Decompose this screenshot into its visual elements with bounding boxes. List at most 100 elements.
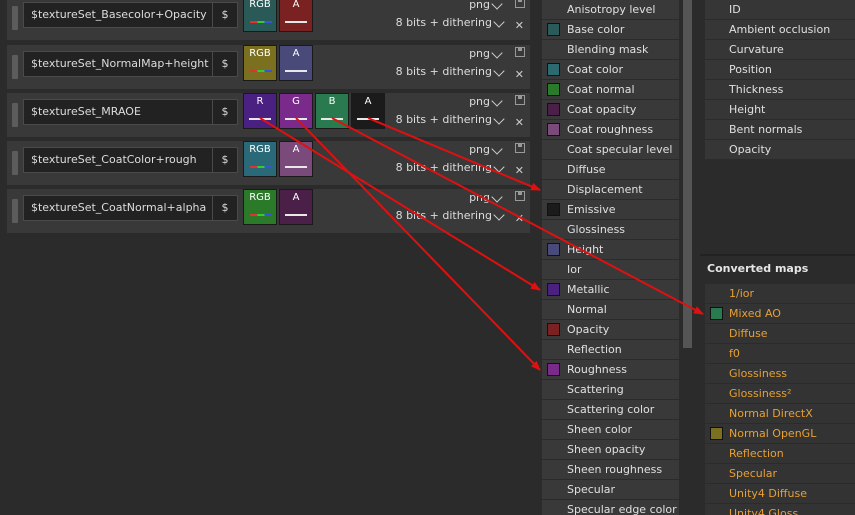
map-item[interactable]: Height: [542, 240, 679, 259]
converted-map-item[interactable]: Normal DirectX: [705, 404, 855, 423]
bit-depth-dropdown[interactable]: 8 bits + dithering: [396, 65, 492, 78]
converted-map-item[interactable]: Glossiness²: [705, 384, 855, 403]
converted-map-label: Diffuse: [729, 327, 768, 340]
channel-indicator: [250, 21, 272, 23]
map-item[interactable]: Coat opacity: [542, 100, 679, 119]
map-item[interactable]: Scattering color: [542, 400, 679, 419]
bit-depth-dropdown[interactable]: 8 bits + dithering: [396, 161, 492, 174]
output-name-field[interactable]: $textureSet_CoatColor+rough: [23, 147, 218, 173]
bit-depth-dropdown[interactable]: 8 bits + dithering: [396, 16, 492, 29]
channel-slot-r[interactable]: R: [243, 93, 277, 129]
converted-map-item[interactable]: Reflection: [705, 444, 855, 463]
converted-map-item[interactable]: Normal OpenGL: [705, 424, 855, 443]
drag-handle[interactable]: [12, 55, 18, 79]
close-icon[interactable]: ✕: [515, 212, 524, 225]
map-item[interactable]: Normal: [542, 300, 679, 319]
map-item[interactable]: Anisotropy level: [542, 0, 679, 19]
output-name-field[interactable]: $textureSet_NormalMap+height: [23, 51, 218, 77]
mesh-map-item[interactable]: Curvature: [705, 40, 855, 59]
converted-map-item[interactable]: Diffuse: [705, 324, 855, 343]
close-icon[interactable]: ✕: [515, 164, 524, 177]
channel-slot-a[interactable]: A: [351, 93, 385, 129]
channel-slot-b[interactable]: B: [315, 93, 349, 129]
insert-variable-button[interactable]: $: [212, 99, 238, 125]
map-item[interactable]: Opacity: [542, 320, 679, 339]
channel-slot-a[interactable]: A: [279, 141, 313, 177]
map-item[interactable]: Reflection: [542, 340, 679, 359]
save-icon[interactable]: [515, 47, 525, 57]
channel-slot-rgb[interactable]: RGB: [243, 45, 277, 81]
format-dropdown[interactable]: png: [469, 47, 490, 60]
map-item[interactable]: Glossiness: [542, 220, 679, 239]
insert-variable-button[interactable]: $: [212, 51, 238, 77]
save-icon[interactable]: [515, 95, 525, 105]
bit-depth-dropdown[interactable]: 8 bits + dithering: [396, 113, 492, 126]
map-item[interactable]: Coat roughness: [542, 120, 679, 139]
mesh-map-item[interactable]: Opacity: [705, 140, 855, 159]
bit-depth-dropdown[interactable]: 8 bits + dithering: [396, 209, 492, 222]
output-name-field[interactable]: $textureSet_CoatNormal+alpha: [23, 195, 218, 221]
converted-map-item[interactable]: Specular: [705, 464, 855, 483]
save-icon[interactable]: [515, 0, 525, 8]
map-item[interactable]: Coat specular level: [542, 140, 679, 159]
close-icon[interactable]: ✕: [515, 68, 524, 81]
map-item[interactable]: Coat normal: [542, 80, 679, 99]
map-item[interactable]: Specular edge color: [542, 500, 679, 515]
channel-slot-rgb[interactable]: RGB: [243, 0, 277, 32]
map-item[interactable]: Metallic: [542, 280, 679, 299]
map-item[interactable]: Displacement: [542, 180, 679, 199]
map-item[interactable]: Diffuse: [542, 160, 679, 179]
channel-slot-a[interactable]: A: [279, 0, 313, 32]
drag-handle[interactable]: [12, 6, 18, 30]
converted-map-item[interactable]: Glossiness: [705, 364, 855, 383]
insert-variable-button[interactable]: $: [212, 195, 238, 221]
drag-handle[interactable]: [12, 103, 18, 127]
mesh-map-item[interactable]: Bent normals: [705, 120, 855, 139]
map-item[interactable]: Coat color: [542, 60, 679, 79]
channel-slot-a[interactable]: A: [279, 45, 313, 81]
output-name-field[interactable]: $textureSet_MRAOE: [23, 99, 218, 125]
channel-slot-a[interactable]: A: [279, 189, 313, 225]
input-maps-scrollbar[interactable]: [683, 0, 692, 348]
format-dropdown[interactable]: png: [469, 143, 490, 156]
map-item[interactable]: Specular: [542, 480, 679, 499]
mesh-map-item[interactable]: Ambient occlusion: [705, 20, 855, 39]
mesh-map-item[interactable]: Height: [705, 100, 855, 119]
format-dropdown[interactable]: png: [469, 95, 490, 108]
save-icon[interactable]: [515, 191, 525, 201]
mesh-map-item[interactable]: ID: [705, 0, 855, 19]
converted-map-item[interactable]: Unity4 Diffuse: [705, 484, 855, 503]
close-icon[interactable]: ✕: [515, 19, 524, 32]
converted-map-item[interactable]: Unity4 Gloss: [705, 504, 855, 515]
drag-handle[interactable]: [12, 151, 18, 175]
drag-handle[interactable]: [12, 199, 18, 223]
output-name-field[interactable]: $textureSet_Basecolor+Opacity: [23, 2, 218, 28]
map-item[interactable]: Sheen roughness: [542, 460, 679, 479]
insert-variable-button[interactable]: $: [212, 147, 238, 173]
map-item[interactable]: Base color: [542, 20, 679, 39]
map-item[interactable]: Sheen opacity: [542, 440, 679, 459]
insert-variable-button[interactable]: $: [212, 2, 238, 28]
map-item[interactable]: Blending mask: [542, 40, 679, 59]
channel-slot-rgb[interactable]: RGB: [243, 141, 277, 177]
converted-map-item[interactable]: 1/ior: [705, 284, 855, 303]
channel-slot-g[interactable]: G: [279, 93, 313, 129]
map-item[interactable]: Sheen color: [542, 420, 679, 439]
format-dropdown[interactable]: png: [469, 191, 490, 204]
map-item[interactable]: Ior: [542, 260, 679, 279]
save-icon[interactable]: [515, 143, 525, 153]
map-item[interactable]: Scattering: [542, 380, 679, 399]
format-dropdown[interactable]: png: [469, 0, 490, 11]
channel-indicator: [285, 214, 307, 216]
map-item[interactable]: Emissive: [542, 200, 679, 219]
map-item-label: Coat color: [567, 63, 624, 76]
channel-indicator: [321, 118, 343, 120]
converted-map-item[interactable]: f0: [705, 344, 855, 363]
converted-map-item[interactable]: Mixed AO: [705, 304, 855, 323]
mesh-map-item[interactable]: Thickness: [705, 80, 855, 99]
map-item-label: Roughness: [567, 363, 628, 376]
map-item[interactable]: Roughness: [542, 360, 679, 379]
close-icon[interactable]: ✕: [515, 116, 524, 129]
channel-slot-rgb[interactable]: RGB: [243, 189, 277, 225]
mesh-map-item[interactable]: Position: [705, 60, 855, 79]
